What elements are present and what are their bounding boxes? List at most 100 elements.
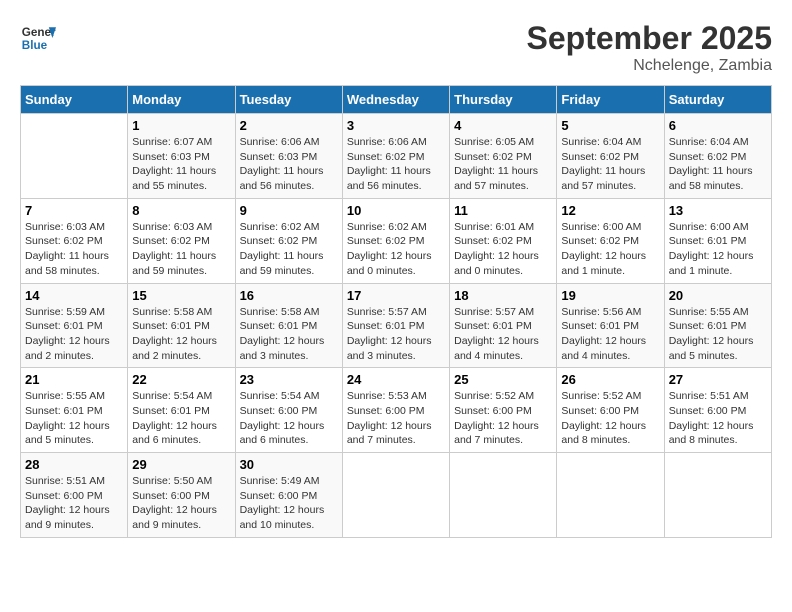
day-info: Sunrise: 6:06 AM Sunset: 6:03 PM Dayligh… bbox=[240, 135, 338, 194]
calendar-cell: 11Sunrise: 6:01 AM Sunset: 6:02 PM Dayli… bbox=[450, 198, 557, 283]
weekday-header: Tuesday bbox=[235, 86, 342, 114]
calendar-week-row: 28 Sunrise: 5:51 AM Sunset: 6:00 PM Dayli… bbox=[21, 453, 772, 538]
calendar-cell: 2 Sunrise: 6:06 AM Sunset: 6:03 PM Daylig… bbox=[235, 114, 342, 199]
day-number: 29 bbox=[132, 457, 230, 472]
svg-text:Blue: Blue bbox=[22, 39, 48, 52]
day-number: 8 bbox=[132, 203, 230, 218]
day-info: Sunrise: 6:00 AM Sunset: 6:02 PM Dayligh… bbox=[561, 220, 659, 279]
day-number: 19 bbox=[561, 288, 659, 303]
calendar-cell: 15Sunrise: 5:58 AM Sunset: 6:01 PM Dayli… bbox=[128, 283, 235, 368]
day-info: Sunrise: 6:04 AM Sunset: 6:02 PM Dayligh… bbox=[561, 135, 659, 194]
calendar-body: 1Sunrise: 6:07 AM Sunset: 6:03 PM Daylig… bbox=[21, 114, 772, 538]
calendar-cell bbox=[450, 453, 557, 538]
calendar-cell: 10 Sunrise: 6:02 AM Sunset: 6:02 PM Dayli… bbox=[342, 198, 449, 283]
day-info: Sunrise: 6:02 AM Sunset: 6:02 PM Dayligh… bbox=[347, 220, 445, 279]
day-number: 30 bbox=[240, 457, 338, 472]
calendar-cell: 3 Sunrise: 6:06 AM Sunset: 6:02 PM Daylig… bbox=[342, 114, 449, 199]
day-number: 14 bbox=[25, 288, 123, 303]
day-number: 5 bbox=[561, 118, 659, 133]
calendar-cell: 27 Sunrise: 5:51 AM Sunset: 6:00 PM Dayli… bbox=[664, 368, 771, 453]
calendar-cell: 1Sunrise: 6:07 AM Sunset: 6:03 PM Daylig… bbox=[128, 114, 235, 199]
day-info: Sunrise: 5:51 AM Sunset: 6:00 PM Dayligh… bbox=[669, 389, 767, 448]
calendar-cell: 16Sunrise: 5:58 AM Sunset: 6:01 PM Dayli… bbox=[235, 283, 342, 368]
day-info: Sunrise: 5:49 AM Sunset: 6:00 PM Dayligh… bbox=[240, 474, 338, 533]
day-info: Sunrise: 5:52 AM Sunset: 6:00 PM Dayligh… bbox=[454, 389, 552, 448]
weekday-header: Sunday bbox=[21, 86, 128, 114]
day-info: Sunrise: 6:05 AM Sunset: 6:02 PM Dayligh… bbox=[454, 135, 552, 194]
day-number: 21 bbox=[25, 372, 123, 387]
day-number: 9 bbox=[240, 203, 338, 218]
day-number: 7 bbox=[25, 203, 123, 218]
calendar-week-row: 1Sunrise: 6:07 AM Sunset: 6:03 PM Daylig… bbox=[21, 114, 772, 199]
calendar-cell: 26 Sunrise: 5:52 AM Sunset: 6:00 PM Dayli… bbox=[557, 368, 664, 453]
calendar-cell bbox=[557, 453, 664, 538]
day-number: 20 bbox=[669, 288, 767, 303]
day-number: 18 bbox=[454, 288, 552, 303]
day-info: Sunrise: 5:57 AM Sunset: 6:01 PM Dayligh… bbox=[454, 305, 552, 364]
day-number: 15 bbox=[132, 288, 230, 303]
day-info: Sunrise: 6:01 AM Sunset: 6:02 PM Dayligh… bbox=[454, 220, 552, 279]
day-number: 1 bbox=[132, 118, 230, 133]
day-number: 10 bbox=[347, 203, 445, 218]
day-info: Sunrise: 5:52 AM Sunset: 6:00 PM Dayligh… bbox=[561, 389, 659, 448]
calendar-cell: 28 Sunrise: 5:51 AM Sunset: 6:00 PM Dayli… bbox=[21, 453, 128, 538]
day-info: Sunrise: 6:02 AM Sunset: 6:02 PM Dayligh… bbox=[240, 220, 338, 279]
month-title: September 2025 bbox=[527, 20, 772, 57]
calendar-cell bbox=[21, 114, 128, 199]
day-number: 24 bbox=[347, 372, 445, 387]
day-number: 4 bbox=[454, 118, 552, 133]
weekday-header: Thursday bbox=[450, 86, 557, 114]
weekday-header: Wednesday bbox=[342, 86, 449, 114]
day-info: Sunrise: 5:54 AM Sunset: 6:01 PM Dayligh… bbox=[132, 389, 230, 448]
calendar-cell: 22 Sunrise: 5:54 AM Sunset: 6:01 PM Dayli… bbox=[128, 368, 235, 453]
day-number: 13 bbox=[669, 203, 767, 218]
day-number: 3 bbox=[347, 118, 445, 133]
calendar-cell: 4 Sunrise: 6:05 AM Sunset: 6:02 PM Daylig… bbox=[450, 114, 557, 199]
day-number: 12 bbox=[561, 203, 659, 218]
day-info: Sunrise: 6:03 AM Sunset: 6:02 PM Dayligh… bbox=[132, 220, 230, 279]
day-info: Sunrise: 5:54 AM Sunset: 6:00 PM Dayligh… bbox=[240, 389, 338, 448]
calendar-cell: 24 Sunrise: 5:53 AM Sunset: 6:00 PM Dayli… bbox=[342, 368, 449, 453]
calendar-cell: 29Sunrise: 5:50 AM Sunset: 6:00 PM Dayli… bbox=[128, 453, 235, 538]
calendar-cell: 6 Sunrise: 6:04 AM Sunset: 6:02 PM Daylig… bbox=[664, 114, 771, 199]
calendar-cell bbox=[664, 453, 771, 538]
calendar-header-row: SundayMondayTuesdayWednesdayThursdayFrid… bbox=[21, 86, 772, 114]
location-title: Nchelenge, Zambia bbox=[527, 57, 772, 75]
day-number: 27 bbox=[669, 372, 767, 387]
calendar-cell: 14 Sunrise: 5:59 AM Sunset: 6:01 PM Dayli… bbox=[21, 283, 128, 368]
day-number: 22 bbox=[132, 372, 230, 387]
calendar-cell: 25Sunrise: 5:52 AM Sunset: 6:00 PM Dayli… bbox=[450, 368, 557, 453]
day-info: Sunrise: 5:58 AM Sunset: 6:01 PM Dayligh… bbox=[240, 305, 338, 364]
day-number: 28 bbox=[25, 457, 123, 472]
calendar-cell: 19Sunrise: 5:56 AM Sunset: 6:01 PM Dayli… bbox=[557, 283, 664, 368]
day-info: Sunrise: 5:57 AM Sunset: 6:01 PM Dayligh… bbox=[347, 305, 445, 364]
calendar-cell: 20 Sunrise: 5:55 AM Sunset: 6:01 PM Dayli… bbox=[664, 283, 771, 368]
day-info: Sunrise: 5:51 AM Sunset: 6:00 PM Dayligh… bbox=[25, 474, 123, 533]
calendar-cell: 18 Sunrise: 5:57 AM Sunset: 6:01 PM Dayli… bbox=[450, 283, 557, 368]
day-info: Sunrise: 5:55 AM Sunset: 6:01 PM Dayligh… bbox=[25, 389, 123, 448]
calendar-cell: 12 Sunrise: 6:00 AM Sunset: 6:02 PM Dayli… bbox=[557, 198, 664, 283]
calendar-cell: 9 Sunrise: 6:02 AM Sunset: 6:02 PM Daylig… bbox=[235, 198, 342, 283]
logo-icon: General Blue bbox=[20, 20, 56, 56]
day-number: 23 bbox=[240, 372, 338, 387]
day-number: 2 bbox=[240, 118, 338, 133]
calendar-table: SundayMondayTuesdayWednesdayThursdayFrid… bbox=[20, 85, 772, 538]
calendar-cell: 30 Sunrise: 5:49 AM Sunset: 6:00 PM Dayli… bbox=[235, 453, 342, 538]
day-info: Sunrise: 6:06 AM Sunset: 6:02 PM Dayligh… bbox=[347, 135, 445, 194]
calendar-cell bbox=[342, 453, 449, 538]
calendar-cell: 7Sunrise: 6:03 AM Sunset: 6:02 PM Daylig… bbox=[21, 198, 128, 283]
logo: General Blue bbox=[20, 20, 56, 56]
day-number: 26 bbox=[561, 372, 659, 387]
day-info: Sunrise: 5:59 AM Sunset: 6:01 PM Dayligh… bbox=[25, 305, 123, 364]
calendar-cell: 13Sunrise: 6:00 AM Sunset: 6:01 PM Dayli… bbox=[664, 198, 771, 283]
calendar-cell: 23 Sunrise: 5:54 AM Sunset: 6:00 PM Dayli… bbox=[235, 368, 342, 453]
calendar-cell: 8 Sunrise: 6:03 AM Sunset: 6:02 PM Daylig… bbox=[128, 198, 235, 283]
calendar-week-row: 7 Sunrise: 6:03 AM Sunset: 6:02 PM Daylig… bbox=[21, 198, 772, 283]
day-info: Sunrise: 6:04 AM Sunset: 6:02 PM Dayligh… bbox=[669, 135, 767, 194]
title-area: September 2025 Nchelenge, Zambia bbox=[527, 20, 772, 75]
calendar-cell: 5 Sunrise: 6:04 AM Sunset: 6:02 PM Daylig… bbox=[557, 114, 664, 199]
day-info: Sunrise: 5:55 AM Sunset: 6:01 PM Dayligh… bbox=[669, 305, 767, 364]
calendar-cell: 21 Sunrise: 5:55 AM Sunset: 6:01 PM Dayli… bbox=[21, 368, 128, 453]
day-info: Sunrise: 5:53 AM Sunset: 6:00 PM Dayligh… bbox=[347, 389, 445, 448]
day-number: 6 bbox=[669, 118, 767, 133]
